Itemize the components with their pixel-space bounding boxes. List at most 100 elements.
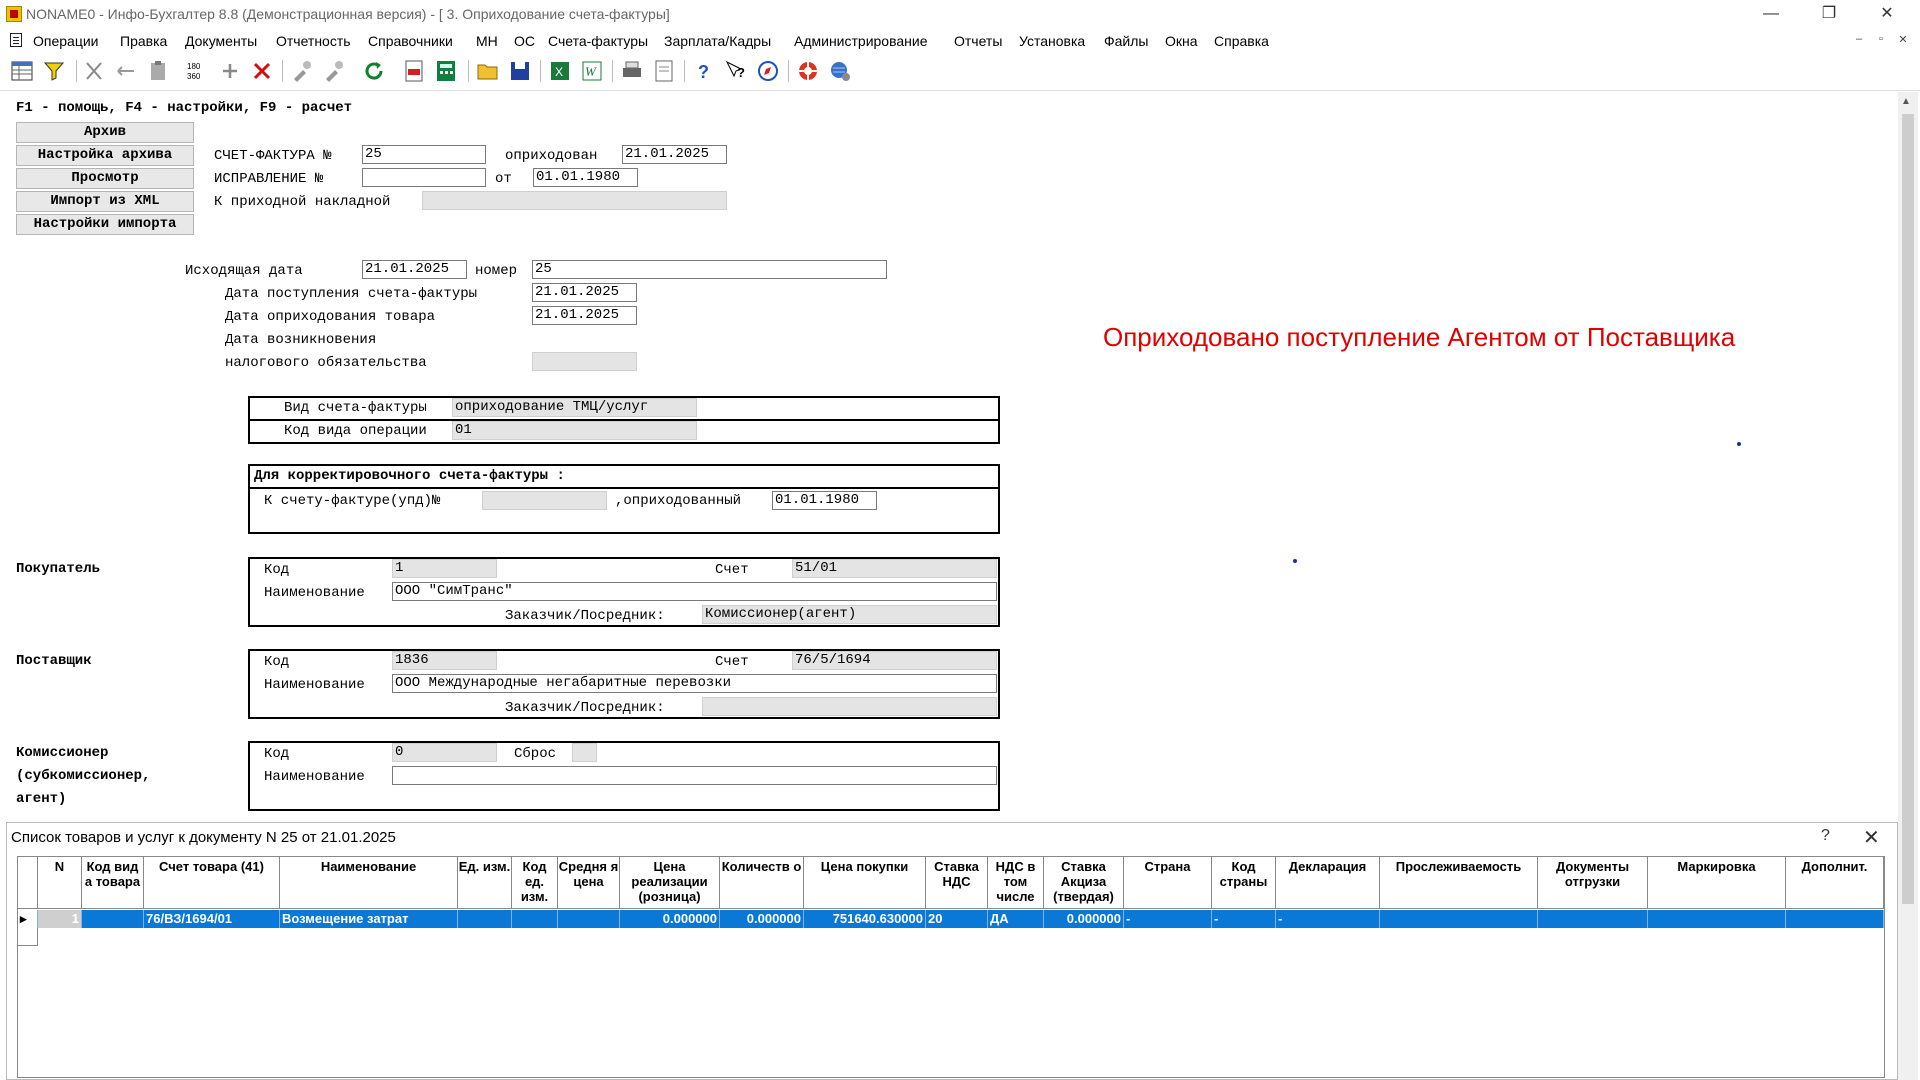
view-button[interactable]: Просмотр <box>16 168 194 189</box>
cell-vat-incl[interactable]: ДА <box>988 910 1044 928</box>
mdi-restore-button[interactable]: ▫ <box>1872 33 1890 49</box>
menu-operations[interactable]: Операции <box>33 33 99 49</box>
cell-quantity[interactable]: 0.000000 <box>720 910 804 928</box>
menu-directories[interactable]: Справочники <box>368 33 453 49</box>
commissioner-code-field[interactable]: 0 <box>392 743 497 762</box>
preview-icon[interactable] <box>652 59 676 83</box>
mdi-close-button[interactable]: ✕ <box>1894 33 1912 49</box>
column-header[interactable]: Код ед. изм. <box>512 857 558 909</box>
supplier-customer-field[interactable] <box>702 697 997 716</box>
menu-documents[interactable]: Документы <box>185 33 257 49</box>
column-header[interactable]: Ставка НДС <box>926 857 988 909</box>
move-icon[interactable] <box>114 59 138 83</box>
column-header[interactable]: Количеств о <box>720 857 804 909</box>
column-header[interactable]: Код страны <box>1212 857 1276 909</box>
outgoing-date-field[interactable]: 21.01.2025 <box>362 260 467 279</box>
import-settings-button[interactable]: Настройки импорта <box>16 214 194 235</box>
menu-payroll[interactable]: Зарплата/Кадры <box>664 33 771 49</box>
cut-icon[interactable] <box>82 59 106 83</box>
table-icon[interactable] <box>10 59 34 83</box>
number-icon[interactable]: 180 360 <box>186 59 210 83</box>
cell-excise[interactable]: 0.000000 <box>1044 910 1124 928</box>
cell-country[interactable]: - <box>1124 910 1212 928</box>
column-header[interactable]: НДС в том числе <box>988 857 1044 909</box>
dialog-close-button[interactable]: ✕ <box>1863 825 1880 850</box>
scroll-up-icon[interactable]: ▲ <box>1901 96 1911 107</box>
excel-icon[interactable]: X <box>548 59 572 83</box>
minimize-button[interactable]: — <box>1748 0 1794 30</box>
cell-unit-code[interactable] <box>512 910 558 928</box>
cell-kind[interactable] <box>82 910 144 928</box>
cell-purchase-price[interactable]: 751640.630000 <box>804 910 926 928</box>
occurrence-date-field[interactable] <box>532 352 637 371</box>
column-header[interactable]: Счет товара (41) <box>144 857 280 909</box>
archive-settings-button[interactable]: Настройка архива <box>16 145 194 166</box>
scrollbar-thumb[interactable] <box>1902 114 1914 904</box>
help-context-icon[interactable]: ? <box>724 59 748 83</box>
column-header[interactable]: Ед. изм. <box>458 857 512 909</box>
word-icon[interactable]: W <box>580 59 604 83</box>
supplier-code-field[interactable]: 1836 <box>392 651 497 670</box>
cell-declaration[interactable]: - <box>1276 910 1380 928</box>
pdf-icon[interactable] <box>402 59 426 83</box>
vertical-scrollbar[interactable]: ▲ <box>1898 92 1918 1080</box>
globe-icon[interactable] <box>828 59 852 83</box>
lifebuoy-icon[interactable] <box>796 59 820 83</box>
menu-reports[interactable]: Отчеты <box>954 33 1002 49</box>
column-header[interactable]: Наименование <box>280 857 458 909</box>
open-icon[interactable] <box>476 59 500 83</box>
menu-os[interactable]: ОС <box>514 33 535 49</box>
buyer-account-field[interactable]: 51/01 <box>792 559 997 578</box>
commissioner-reset-field[interactable] <box>572 743 597 762</box>
tool-icon[interactable] <box>290 59 314 83</box>
delete-icon[interactable] <box>250 59 274 83</box>
cell-marking[interactable] <box>1648 910 1786 928</box>
menu-administration[interactable]: Администрирование <box>794 33 928 49</box>
cell-extra[interactable] <box>1786 910 1884 928</box>
menu-invoices[interactable]: Счета-фактуры <box>548 33 648 49</box>
invoice-number-field[interactable]: 25 <box>362 145 486 164</box>
cell-name[interactable]: Возмещение затрат <box>280 910 458 928</box>
posted-date-field[interactable]: 21.01.2025 <box>622 145 727 164</box>
supplier-name-field[interactable]: ООО Международные негабаритные перевозки <box>392 674 997 693</box>
column-header[interactable]: Маркировка <box>1648 857 1786 909</box>
print-icon[interactable] <box>620 59 644 83</box>
menu-reporting[interactable]: Отчетность <box>276 33 351 49</box>
import-xml-button[interactable]: Импорт из XML <box>16 191 194 212</box>
document-menu-icon[interactable] <box>10 33 22 47</box>
refresh-icon[interactable] <box>362 59 386 83</box>
buyer-code-field[interactable]: 1 <box>392 559 497 578</box>
corrective-to-field[interactable] <box>482 491 607 510</box>
buyer-customer-field[interactable]: Комиссионер(агент) <box>702 605 997 624</box>
number-field[interactable]: 25 <box>532 260 887 279</box>
tool2-icon[interactable] <box>322 59 346 83</box>
cell-avg-price[interactable] <box>558 910 620 928</box>
menu-mn[interactable]: МН <box>476 33 498 49</box>
dialog-help-button[interactable]: ? <box>1821 827 1830 845</box>
new-row-indicator[interactable] <box>18 928 38 946</box>
supplier-account-field[interactable]: 76/5/1694 <box>792 651 997 670</box>
menu-files[interactable]: Файлы <box>1104 33 1148 49</box>
calc-icon[interactable] <box>434 59 458 83</box>
restore-button[interactable]: ❐ <box>1806 0 1852 30</box>
column-header[interactable]: Ставка Акциза (твердая) <box>1044 857 1124 909</box>
to-receipt-field[interactable] <box>422 191 727 210</box>
invoice-receipt-date-field[interactable]: 21.01.2025 <box>532 283 637 302</box>
filter-icon[interactable] <box>42 59 66 83</box>
column-header[interactable]: Прослеживаемость <box>1380 857 1538 909</box>
archive-button[interactable]: Архив <box>16 122 194 143</box>
goods-posting-date-field[interactable]: 21.01.2025 <box>532 306 637 325</box>
column-header[interactable]: Цена покупки <box>804 857 926 909</box>
column-header[interactable]: Дополнит. <box>1786 857 1884 909</box>
column-header[interactable]: Декларация <box>1276 857 1380 909</box>
menu-settings[interactable]: Установка <box>1019 33 1085 49</box>
help-icon[interactable]: ? <box>692 59 716 83</box>
buyer-name-field[interactable]: ООО "СимТранс" <box>392 582 997 601</box>
column-header[interactable]: Страна <box>1124 857 1212 909</box>
correction-date-field[interactable]: 01.01.1980 <box>533 168 638 187</box>
cell-vat-rate[interactable]: 20 <box>926 910 988 928</box>
cell-trace[interactable] <box>1380 910 1538 928</box>
column-header[interactable]: Средня я цена <box>558 857 620 909</box>
cell-n[interactable]: 1 <box>38 910 82 928</box>
corrective-posted-date-field[interactable]: 01.01.1980 <box>772 491 877 510</box>
